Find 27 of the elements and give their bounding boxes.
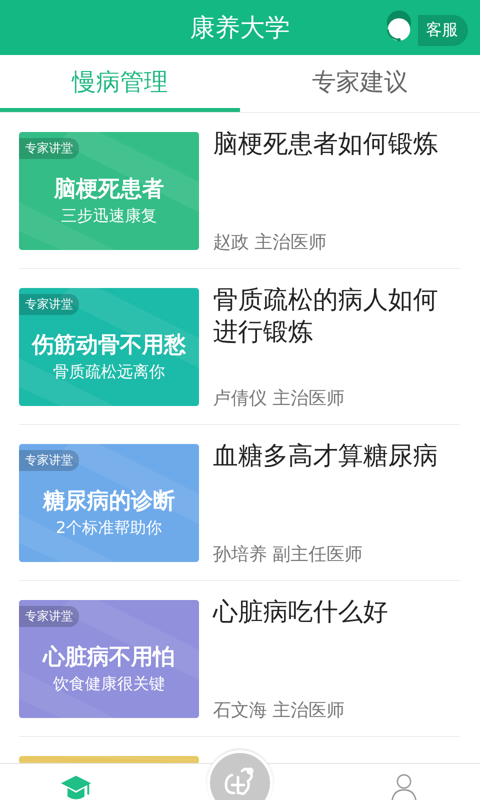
article-thumbnail[interactable]: 专家讲堂 糖尿病的诊断 2个标准帮助你 [19, 444, 199, 562]
customer-service-button[interactable]: 客服 [418, 15, 468, 46]
category-tag: 专家讲堂 [19, 294, 79, 315]
article-title[interactable]: 血糖多高才算糖尿病 [213, 440, 460, 472]
article-title[interactable]: 骨质疏松的病人如何进行锻炼 [213, 284, 460, 348]
article-thumbnail[interactable]: 专家讲堂 脑梗死患者 三步迅速康复 [19, 132, 199, 250]
article-title[interactable]: 脑梗死患者如何锻炼 [213, 128, 460, 160]
author-label: 赵政 主治医师 [213, 231, 328, 254]
thumbnail-subtitle: 饮食健康很关键 [53, 674, 165, 695]
window-title: 康养大学 [190, 12, 290, 44]
category-tag: 专家讲堂 [19, 138, 79, 159]
author-label: 石文海 主治医师 [213, 699, 346, 722]
thumbnail-headline: 糖尿病的诊断 [43, 488, 175, 516]
author-label: 卢倩仪 主治医师 [213, 387, 346, 410]
thumbnail-headline: 脑梗死患者 [54, 176, 164, 204]
category-tag: 专家讲堂 [19, 450, 79, 471]
thumbnail-headline: 伤筋动骨不用愁 [32, 332, 186, 360]
author-label: 孙培养 副主任医师 [213, 543, 364, 566]
article-thumbnail[interactable]: 专家讲堂 伤筋动骨不用愁 骨质疏松远离你 [19, 288, 199, 406]
thumbnail-headline: 心脏病不用怕 [43, 644, 175, 672]
article-title[interactable]: 心脏病吃什么好 [213, 596, 460, 628]
category-tag: 专家讲堂 [19, 606, 79, 627]
thumbnail-subtitle: 骨质疏松远离你 [53, 362, 165, 383]
thumbnail-subtitle: 2个标准帮助你 [56, 518, 162, 539]
article-thumbnail[interactable]: 专家讲堂 心脏病不用怕 饮食健康很关键 [19, 600, 199, 718]
graduation-cap-icon [60, 773, 92, 800]
thumbnail-subtitle: 三步迅速康复 [61, 206, 157, 227]
